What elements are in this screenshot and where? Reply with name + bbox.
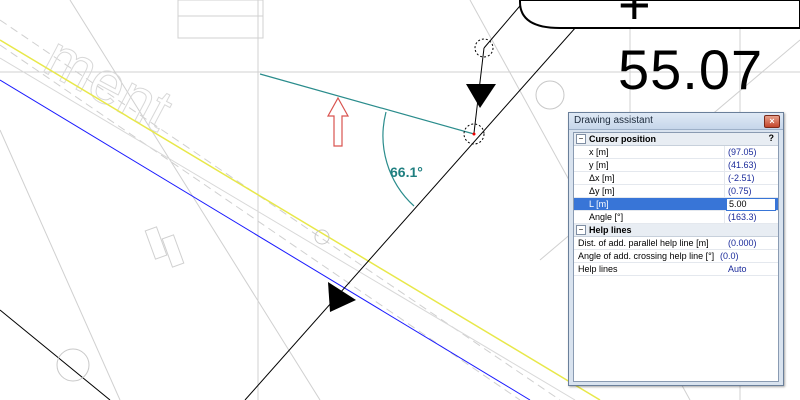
property-row-length[interactable]: L [m] 5.00 xyxy=(574,198,778,211)
section-help-lines[interactable]: − Help lines xyxy=(574,224,778,237)
section-title: Help lines xyxy=(589,225,632,235)
property-row-x[interactable]: x [m] (97.05) xyxy=(574,146,778,159)
section-title: Cursor position xyxy=(589,134,656,144)
column-separator xyxy=(724,146,725,158)
drawing-assistant-titlebar[interactable]: Drawing assistant × xyxy=(569,113,783,130)
cursor-point xyxy=(472,132,476,136)
property-label: x [m] xyxy=(589,147,609,157)
property-value: (0.000) xyxy=(728,238,757,248)
collapse-icon[interactable]: − xyxy=(576,134,586,144)
property-value: (41.63) xyxy=(728,160,757,170)
property-value: (-2.51) xyxy=(728,173,755,183)
close-icon[interactable]: × xyxy=(764,115,780,128)
property-row-help-lines[interactable]: Help lines Auto xyxy=(574,263,778,276)
angle-arc xyxy=(382,111,415,207)
yellow-road-line xyxy=(0,39,601,400)
window-title: Drawing assistant xyxy=(574,115,653,126)
property-value: (97.05) xyxy=(728,147,757,157)
direction-arrow-down xyxy=(466,84,496,108)
street-name-lettering: ment xyxy=(33,22,184,145)
property-row-crossing-angle[interactable]: Angle of add. crossing help line [°] (0.… xyxy=(574,250,778,263)
help-icon[interactable]: ? xyxy=(769,133,775,143)
property-value: (0.75) xyxy=(728,186,752,196)
property-label: Δx [m] xyxy=(589,173,615,183)
property-value: (163.3) xyxy=(728,212,757,222)
property-label: Δy [m] xyxy=(589,186,615,196)
column-separator xyxy=(724,159,725,171)
teal-cursor-line xyxy=(259,73,475,135)
main-drawing-line xyxy=(244,0,601,400)
property-value: Auto xyxy=(728,264,747,274)
length-input[interactable]: 5.00 xyxy=(726,198,776,211)
drawing-assistant-window[interactable]: Drawing assistant × − Cursor position ? … xyxy=(568,112,784,386)
property-grid: − Cursor position ? x [m] (97.05) y [m] … xyxy=(573,132,779,382)
property-label: Angle [°] xyxy=(589,212,624,222)
property-row-parallel-dist[interactable]: Dist. of add. parallel help line [m] (0.… xyxy=(574,237,778,250)
angle-label: 66.1° xyxy=(390,164,423,180)
column-separator xyxy=(724,172,725,184)
property-label: Dist. of add. parallel help line [m] xyxy=(578,238,709,248)
property-row-dy[interactable]: Δy [m] (0.75) xyxy=(574,185,778,198)
section-cursor-position[interactable]: − Cursor position ? xyxy=(574,133,778,146)
property-row-angle[interactable]: Angle [°] (163.3) xyxy=(574,211,778,224)
property-row-dx[interactable]: Δx [m] (-2.51) xyxy=(574,172,778,185)
red-up-arrow xyxy=(326,96,350,147)
station-label-text: + 55.07 xyxy=(618,0,764,101)
length-input-value: 5.00 xyxy=(729,199,747,209)
black-boundary-line xyxy=(0,309,111,400)
collapse-icon[interactable]: − xyxy=(576,225,586,235)
property-label: Angle of add. crossing help line [°] xyxy=(578,251,715,261)
property-label: Help lines xyxy=(578,264,618,274)
property-label: y [m] xyxy=(589,160,609,170)
column-separator xyxy=(724,211,725,223)
svg-text:ment: ment xyxy=(34,22,184,144)
property-row-y[interactable]: y [m] (41.63) xyxy=(574,159,778,172)
column-separator xyxy=(724,185,725,197)
property-value: (0.0) xyxy=(720,251,739,261)
property-label: L [m] xyxy=(589,199,609,209)
